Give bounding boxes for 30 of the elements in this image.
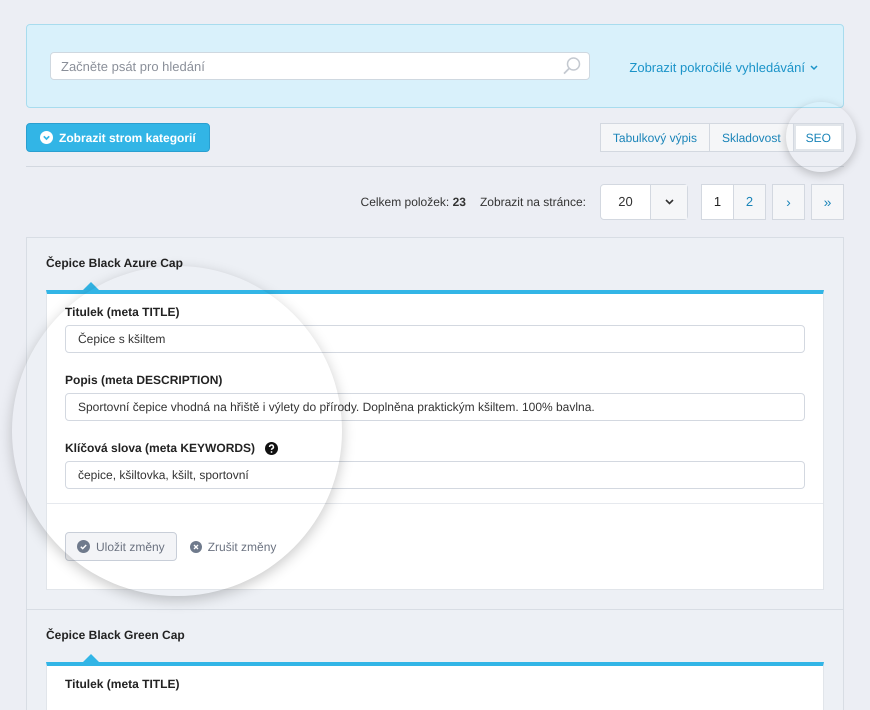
product-name: Čepice Black Green Cap	[46, 627, 186, 644]
total-count: Celkem položek: 23	[360, 194, 466, 211]
field-label: Titulek (meta TITLE)	[65, 677, 180, 691]
product-name: Čepice Black Azure Cap	[46, 255, 184, 272]
text-input[interactable]: čepice, kšiltovka, kšilt, sportovní	[65, 461, 805, 489]
view-tab[interactable]: Skladovost	[708, 123, 794, 152]
view-tab[interactable]: SEO	[792, 123, 844, 152]
chevron-down-icon	[810, 65, 818, 71]
help-icon[interactable]	[265, 442, 278, 454]
text-input[interactable]: Čepice s kšiltem	[65, 325, 805, 353]
save-button[interactable]: Uložit změny	[65, 532, 177, 561]
cancel-button[interactable]: Zrušit změny	[190, 538, 276, 556]
field-label: Klíčová slova (meta KEYWORDS)	[65, 441, 256, 455]
view-tab[interactable]: Tabulkový výpis	[600, 123, 710, 152]
field-label: Popis (meta DESCRIPTION)	[65, 373, 222, 387]
last-page-button[interactable]: »	[811, 184, 844, 220]
per-page-label: Zobrazit na stránce:	[480, 194, 586, 211]
category-tree-button[interactable]: Zobrazit strom kategorií	[26, 123, 210, 152]
next-page-button[interactable]: ›	[772, 184, 805, 220]
field-label: Titulek (meta TITLE)	[65, 305, 180, 319]
page-button[interactable]: 1	[701, 184, 734, 220]
page-button[interactable]: 2	[733, 184, 766, 220]
text-input[interactable]: Sportovní čepice vhodná na hřiště i výlety do přírody. Doplněna praktickým kšiltem. 100% bavlna.	[65, 393, 805, 421]
chevron-circle-icon	[40, 131, 53, 144]
per-page-select[interactable]: 20	[600, 184, 688, 220]
close-circle-icon	[190, 540, 202, 552]
advanced-search-link[interactable]: Zobrazit pokročilé vyhledávání	[629, 58, 818, 78]
chevron-down-icon	[664, 199, 674, 205]
search-field[interactable]: Začněte psát pro hledání	[50, 52, 590, 80]
check-circle-icon	[77, 540, 90, 553]
